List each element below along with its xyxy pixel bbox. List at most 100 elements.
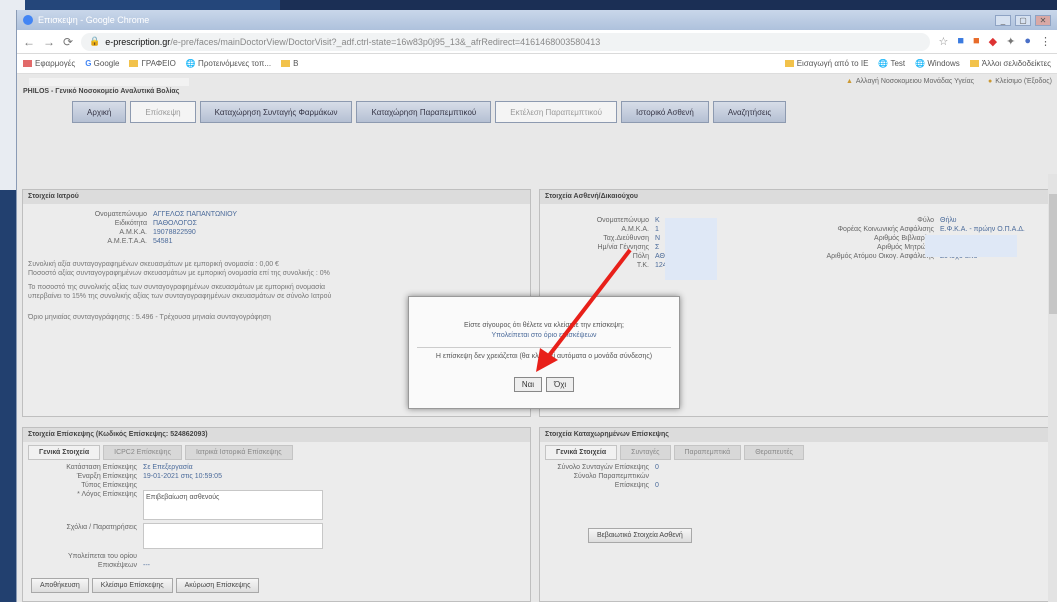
bookmark-google[interactable]: G Google bbox=[85, 59, 119, 68]
window-controls: _ ▢ ✕ bbox=[995, 14, 1057, 26]
minimize-button[interactable]: _ bbox=[995, 14, 1011, 26]
tab-patient-history[interactable]: Ιστορικό Ασθενή bbox=[621, 101, 709, 123]
no-button[interactable]: Όχι bbox=[546, 377, 575, 392]
bookmark-other[interactable]: Άλλοι σελιδοδείκτες bbox=[969, 59, 1051, 68]
visit-row: Κατάσταση Επίσκεψης Σε Επεξεργασία bbox=[66, 464, 193, 471]
prescriptions-row: Σύνολο Παραπεμπτικών Επίσκεψης 0 bbox=[573, 473, 659, 489]
folder-icon bbox=[281, 60, 291, 68]
dialog-message: Είστε σίγουρος ότι θέλετε να κλείσετε τη… bbox=[463, 322, 624, 329]
doctor-panel-title: Στοιχεία Ιατρού bbox=[23, 190, 530, 204]
doctor-row: Α.Μ.Ε.Τ.Α.Α. 54581 bbox=[107, 238, 173, 245]
scrollbar-thumb[interactable] bbox=[1049, 194, 1057, 314]
bookmarks-bar: Εφαρμογές G Google ΓΡΑΦΕΙΟ 🌐 Προτεινόμεν… bbox=[17, 54, 1057, 74]
tab-visit-icpc2[interactable]: ICPC2 Επίσκεψης bbox=[103, 445, 182, 460]
extension-icons: ☆ ■ ■ ◆ ✦ ● ⋮ bbox=[938, 35, 1051, 48]
prescriptions-panel: Στοιχεία Καταχωρημένων Επίσκεψης Γενικά … bbox=[539, 427, 1050, 602]
yes-button[interactable]: Ναι bbox=[513, 377, 542, 392]
scrollbar[interactable] bbox=[1048, 174, 1057, 602]
visit-subtabs: Γενικά Στοιχεία ICPC2 Επίσκεψης Ιατρικά … bbox=[23, 442, 530, 463]
bookmark-windows[interactable]: 🌐 Windows bbox=[915, 59, 960, 68]
tab-referral-execution[interactable]: Εκτέλεση Παραπεμπτικού bbox=[495, 101, 617, 123]
visit-panel-title: Στοιχεία Επίσκεψης (Κωδικός Επίσκεψης: 5… bbox=[23, 428, 530, 442]
info-line: Ποσοστό αξίας συνταγογραφημένων σκευασμά… bbox=[28, 270, 330, 277]
prescriptions-row: Σύνολο Συνταγών Επίσκεψης 0 bbox=[557, 464, 659, 471]
unit-name: PHILOS - Γενικό Νοσοκομείο Αναλυτικά Βολ… bbox=[23, 88, 180, 95]
main-tabs: Αρχική Επίσκεψη Καταχώρηση Συνταγής Φαρμ… bbox=[72, 101, 1057, 123]
doctor-row: Α.Μ.Κ.Α. 19078822590 bbox=[119, 229, 196, 236]
tab-prescriptions-general[interactable]: Γενικά Στοιχεία bbox=[545, 445, 618, 460]
change-unit-link[interactable]: ▲ Αλλαγή Νοσοκομειου Μονάδας Υγείας bbox=[846, 78, 974, 85]
extension-icon[interactable]: ■ bbox=[973, 35, 980, 48]
info-line: Συνολική αξία συνταγογραφημένων σκευασμά… bbox=[28, 261, 279, 268]
page-header: PHILOS - Γενικό Νοσοκομείο Αναλυτικά Βολ… bbox=[17, 74, 1057, 96]
bookmark-folder[interactable]: ΓΡΑΦΕΙΟ bbox=[129, 59, 176, 68]
save-button[interactable]: Αποθήκευση bbox=[31, 578, 89, 593]
maximize-button[interactable]: ▢ bbox=[1015, 14, 1031, 26]
url-field[interactable]: 🔒 e-prescription.gr /e-pre/faces/mainDoc… bbox=[81, 32, 931, 51]
logout-link[interactable]: ● Κλείσιμο (Έξοδος) bbox=[988, 78, 1052, 85]
patient-panel-title: Στοιχεία Ασθενή/Δικαιούχου bbox=[540, 190, 1049, 204]
cancel-visit-button[interactable]: Ακύρωση Επίσκεψης bbox=[175, 578, 260, 593]
tab-searches[interactable]: Αναζητήσεις bbox=[712, 101, 787, 123]
google-icon: G bbox=[85, 59, 94, 68]
prescriptions-panel-title: Στοιχεία Καταχωρημένων Επίσκεψης bbox=[540, 428, 1049, 442]
bookmark-test[interactable]: 🌐 Test bbox=[878, 59, 905, 68]
tab-visit-general[interactable]: Γενικά Στοιχεία bbox=[28, 445, 101, 460]
dialog-message: Υπολείπεται στο όριο επισκέψεων bbox=[491, 332, 597, 339]
shield-icon[interactable]: ◆ bbox=[989, 35, 997, 48]
forward-icon[interactable]: → bbox=[43, 35, 55, 49]
warning-icon: ▲ bbox=[845, 78, 853, 85]
tab-referral[interactable]: Καταχώρηση Παραπεμπτικού bbox=[356, 101, 492, 123]
folder-icon bbox=[784, 60, 794, 68]
back-icon[interactable]: ← bbox=[23, 35, 35, 49]
close-visit-button[interactable]: Κλείσιμο Επίσκεψης bbox=[91, 578, 173, 593]
extension-icon[interactable]: ✦ bbox=[1006, 35, 1015, 48]
patient-certificate-button[interactable]: Βεβαιωτικό Στοιχεία Ασθενή bbox=[588, 528, 692, 543]
visit-row: Υπολείπεται του ορίου Επισκέψεων --- bbox=[68, 553, 150, 569]
visit-reason-row: * Λόγος Επίσκεψης Επιβεβαίωση ασθενούς bbox=[28, 490, 530, 520]
dialog-message: Η επίσκεψη δεν χρειάζεται (θα κλειστεί α… bbox=[435, 353, 653, 360]
user-icon: ● bbox=[988, 78, 993, 85]
tab-referrals[interactable]: Παραπεμπτικά bbox=[673, 445, 742, 460]
visit-row: Τύπος Επίσκεψης bbox=[81, 482, 137, 489]
bookmark-import[interactable]: Εισαγωγή από το IE bbox=[784, 59, 868, 68]
tab-drug-prescription[interactable]: Καταχώρηση Συνταγής Φαρμάκων bbox=[199, 101, 353, 123]
redaction bbox=[665, 218, 717, 280]
close-button[interactable]: ✕ bbox=[1035, 14, 1051, 26]
apps-icon bbox=[23, 60, 32, 68]
redaction bbox=[28, 78, 189, 86]
reload-icon[interactable]: ⟳ bbox=[63, 35, 73, 49]
visit-comments-field[interactable] bbox=[143, 523, 323, 549]
folder-icon bbox=[129, 60, 139, 68]
tab-prescriptions[interactable]: Συνταγές bbox=[620, 445, 671, 460]
folder-icon bbox=[969, 60, 979, 68]
patient-row: Φορέας Κοινωνικής Ασφάλισης Ε.Φ.Κ.Α. - πρ… bbox=[837, 226, 1025, 233]
lock-icon: 🔒 bbox=[89, 36, 101, 46]
tab-home[interactable]: Αρχική bbox=[72, 101, 127, 123]
prescriptions-subtabs: Γενικά Στοιχεία Συνταγές Παραπεμπτικά Θε… bbox=[540, 442, 1049, 463]
doctor-row: Ειδικότητα ΠΑΘΟΛΟΓΟΣ bbox=[114, 220, 197, 227]
user-name-masked bbox=[23, 78, 189, 88]
visit-reason-field[interactable]: Επιβεβαίωση ασθενούς bbox=[143, 490, 323, 520]
tab-visit-history[interactable]: Ιατρικά Ιστορικά Επίσκεψης bbox=[184, 445, 293, 460]
doctor-row: Ονοματεπώνυμο ΑΓΓΕΛΟΣ ΠΑΠΑΝΤΩΝΙΟΥ bbox=[94, 211, 238, 218]
visit-buttons: Αποθήκευση Κλείσιμο Επίσκεψης Ακύρωση Επ… bbox=[31, 578, 260, 593]
extension-icon[interactable]: ■ bbox=[957, 35, 964, 48]
tab-therapists[interactable]: Θεραπευτές bbox=[744, 445, 804, 460]
star-icon[interactable]: ☆ bbox=[938, 35, 948, 48]
menu-icon[interactable]: ⋮ bbox=[1040, 35, 1051, 48]
visit-panel: Στοιχεία Επίσκεψης (Κωδικός Επίσκεψης: 5… bbox=[22, 427, 531, 602]
url-host: e-prescription.gr bbox=[105, 36, 171, 47]
chrome-icon bbox=[23, 15, 33, 25]
tab-visit[interactable]: Επίσκεψη bbox=[130, 101, 196, 123]
dialog-buttons: Ναι Όχι bbox=[409, 377, 679, 392]
bookmark-suggested[interactable]: 🌐 Προτεινόμενες τοπ... bbox=[186, 59, 271, 68]
address-bar-row: ← → ⟳ 🔒 e-prescription.gr /e-pre/faces/m… bbox=[17, 30, 1057, 54]
bookmark-folder[interactable]: Β bbox=[281, 59, 298, 68]
url-path: /e-pre/faces/mainDoctorView/DoctorVisit?… bbox=[170, 36, 601, 47]
patient-row: Φύλο Θήλυ bbox=[917, 217, 957, 224]
visit-comments-row: Σχόλια / Παρατηρήσεις bbox=[28, 523, 530, 549]
bookmark-apps[interactable]: Εφαρμογές bbox=[23, 59, 75, 68]
profile-icon[interactable]: ● bbox=[1024, 35, 1031, 48]
visit-row: Έναρξη Επίσκεψης 19-01-2021 στις 10:59:05 bbox=[76, 473, 222, 480]
